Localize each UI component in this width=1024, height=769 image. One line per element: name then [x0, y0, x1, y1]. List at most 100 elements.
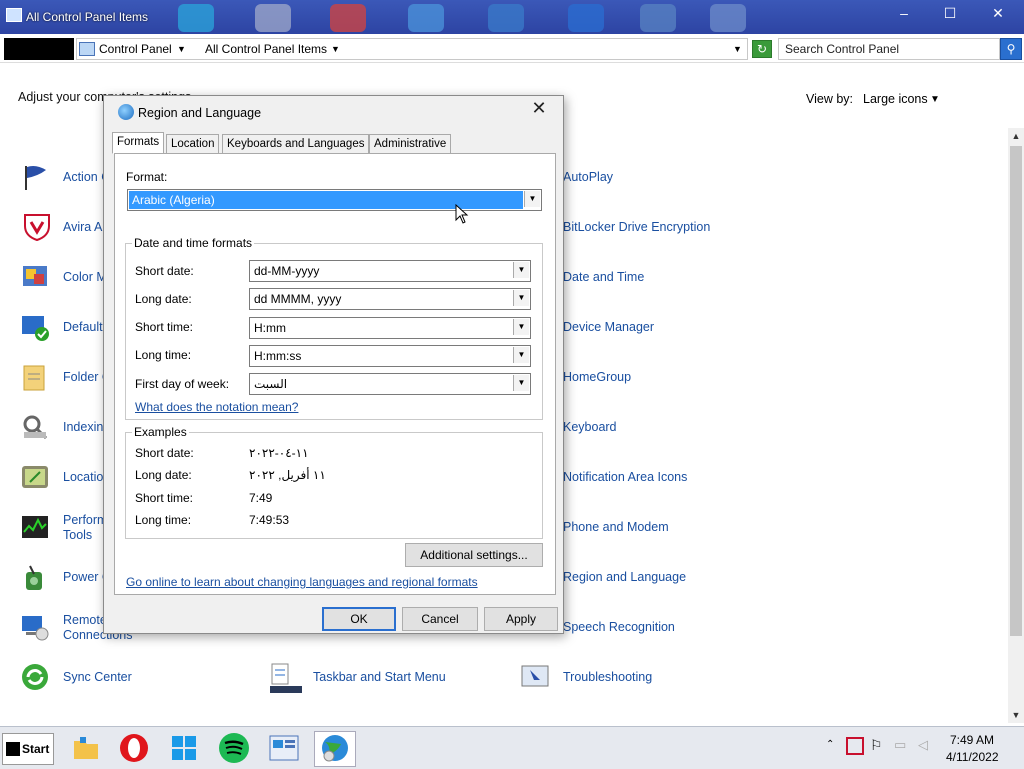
- sync-center-icon[interactable]: [20, 662, 50, 692]
- network-tray-icon[interactable]: ▭: [894, 737, 906, 753]
- chevron-down-icon[interactable]: ▼: [513, 262, 529, 278]
- cancel-button[interactable]: Cancel: [402, 607, 478, 631]
- maximize-button[interactable]: ☐: [942, 6, 958, 20]
- breadcrumb[interactable]: Control Panel ▼ All Control Panel Items …: [76, 38, 748, 60]
- cp-item-bitlocker[interactable]: BitLocker Drive Encryption: [563, 220, 710, 234]
- location-sensors-icon[interactable]: [20, 462, 50, 492]
- indexing-options-icon[interactable]: [20, 412, 50, 442]
- long-time-value: H:mm:ss: [254, 349, 302, 363]
- cp-item-avira[interactable]: Avira Ar: [63, 220, 107, 234]
- ok-button[interactable]: OK: [322, 607, 396, 631]
- view-by-dropdown[interactable]: Large icons: [863, 92, 928, 106]
- opera-icon[interactable]: [114, 731, 154, 765]
- file-explorer-icon[interactable]: [66, 731, 106, 765]
- cp-item-homegroup[interactable]: HomeGroup: [563, 370, 631, 384]
- folder-options-icon[interactable]: [20, 362, 50, 392]
- avira-shield-icon[interactable]: [22, 212, 52, 242]
- cp-item-autoplay[interactable]: AutoPlay: [563, 170, 613, 184]
- cp-item-color-management[interactable]: Color M: [63, 270, 107, 284]
- vertical-scrollbar[interactable]: ▲ ▼: [1008, 128, 1024, 723]
- close-icon[interactable]: ✕: [528, 98, 550, 118]
- default-programs-icon[interactable]: [20, 312, 50, 342]
- chevron-down-icon[interactable]: ▼: [930, 94, 940, 105]
- power-options-icon[interactable]: [20, 562, 50, 592]
- cp-item-phone-modem[interactable]: Phone and Modem: [563, 520, 669, 534]
- notation-help-link[interactable]: What does the notation mean?: [135, 400, 298, 414]
- tab-location[interactable]: Location: [166, 134, 220, 154]
- cp-item-troubleshooting[interactable]: Troubleshooting: [563, 670, 652, 684]
- chevron-down-icon[interactable]: ▼: [513, 347, 529, 363]
- breadcrumb-control-panel[interactable]: Control Panel: [99, 42, 172, 56]
- search-icon[interactable]: ⚲: [1000, 38, 1022, 60]
- formats-panel: Format: Arabic (Algeria) ▼ Date and time…: [114, 153, 556, 595]
- start-button[interactable]: Start: [2, 733, 54, 765]
- action-center-tray-icon[interactable]: ⚐: [870, 737, 883, 754]
- tab-administrative[interactable]: Administrative: [369, 134, 452, 154]
- ex-long-date-value: ١١ أفريل, ٢٠٢٢: [249, 468, 326, 482]
- cp-item-sync-center[interactable]: Sync Center: [63, 670, 132, 684]
- cp-item-speech-recognition[interactable]: Speech Recognition: [563, 620, 675, 634]
- background-app-icon: [488, 4, 524, 32]
- apply-button[interactable]: Apply: [484, 607, 558, 631]
- performance-tools-icon[interactable]: [20, 512, 50, 542]
- cp-item-region-language[interactable]: Region and Language: [563, 570, 686, 584]
- long-time-label: Long time:: [135, 348, 192, 362]
- breadcrumb-all-items[interactable]: All Control Panel Items: [205, 42, 327, 56]
- format-dropdown[interactable]: Arabic (Algeria) ▼: [127, 189, 542, 211]
- cp-item-performance-tools[interactable]: Perform Tools: [63, 513, 107, 543]
- cp-item-default-programs[interactable]: Default: [63, 320, 103, 334]
- chevron-down-icon[interactable]: ▼: [513, 319, 529, 335]
- refresh-icon[interactable]: ↻: [752, 40, 772, 58]
- additional-settings-button[interactable]: Additional settings...: [405, 543, 543, 567]
- ex-long-date-label: Long date:: [135, 468, 192, 482]
- chevron-down-icon[interactable]: ▼: [177, 44, 186, 54]
- close-window-button[interactable]: ✕: [990, 6, 1006, 20]
- cp-item-device-manager[interactable]: Device Manager: [563, 320, 654, 334]
- background-app-icon: [330, 4, 366, 32]
- scroll-thumb[interactable]: [1010, 146, 1022, 636]
- background-app-icon: [640, 4, 676, 32]
- first-day-label: First day of week:: [135, 377, 230, 391]
- tab-formats[interactable]: Formats: [112, 132, 165, 154]
- long-time-dropdown[interactable]: H:mm:ss ▼: [249, 345, 531, 367]
- search-input[interactable]: Search Control Panel: [778, 38, 1000, 60]
- cp-item-notification-area-icons[interactable]: Notification Area Icons: [563, 470, 687, 484]
- long-date-label: Long date:: [135, 292, 192, 306]
- background-app-icon: [408, 4, 444, 32]
- minimize-button[interactable]: –: [896, 6, 912, 20]
- window-title: All Control Panel Items: [26, 10, 149, 24]
- format-value: Arabic (Algeria): [132, 193, 215, 207]
- first-day-dropdown[interactable]: السبت ▼: [249, 373, 531, 395]
- short-time-dropdown[interactable]: H:mm ▼: [249, 317, 531, 339]
- clock-date[interactable]: 4/11/2022: [946, 750, 999, 764]
- volume-tray-icon[interactable]: ◁: [918, 737, 928, 753]
- action-center-flag-icon[interactable]: [20, 162, 50, 192]
- scroll-down-icon[interactable]: ▼: [1008, 707, 1024, 723]
- online-help-link[interactable]: Go online to learn about changing langua…: [126, 575, 478, 589]
- troubleshooting-icon[interactable]: [520, 662, 550, 692]
- short-date-dropdown[interactable]: dd-MM-yyyy ▼: [249, 260, 531, 282]
- region-language-taskbar-icon[interactable]: [314, 731, 356, 767]
- search-placeholder: Search Control Panel: [785, 42, 900, 56]
- scroll-up-icon[interactable]: ▲: [1008, 128, 1024, 144]
- chevron-down-icon[interactable]: ▼: [513, 375, 529, 391]
- tab-keyboards-languages[interactable]: Keyboards and Languages: [222, 134, 370, 154]
- windows-store-icon[interactable]: [164, 731, 204, 765]
- taskbar-start-menu-icon[interactable]: [270, 662, 302, 693]
- chevron-down-icon[interactable]: ▼: [524, 191, 540, 207]
- control-panel-taskbar-icon[interactable]: [264, 731, 304, 765]
- long-date-dropdown[interactable]: dd MMMM, yyyy ▼: [249, 288, 531, 310]
- avira-tray-icon[interactable]: [846, 737, 864, 755]
- cp-item-taskbar-start-menu[interactable]: Taskbar and Start Menu: [313, 670, 446, 684]
- tray-expand-icon[interactable]: ⌃: [826, 739, 834, 750]
- control-panel-icon: [6, 8, 22, 22]
- chevron-down-icon[interactable]: ▼: [331, 44, 340, 54]
- cp-item-keyboard[interactable]: Keyboard: [563, 420, 617, 434]
- remote-connections-icon[interactable]: [20, 612, 50, 642]
- clock-time[interactable]: 7:49 AM: [950, 733, 994, 747]
- cp-item-date-time[interactable]: Date and Time: [563, 270, 644, 284]
- color-management-icon[interactable]: [20, 262, 50, 292]
- chevron-down-icon[interactable]: ▼: [513, 290, 529, 306]
- history-dropdown-icon[interactable]: ▼: [733, 44, 742, 54]
- spotify-icon[interactable]: [214, 731, 254, 765]
